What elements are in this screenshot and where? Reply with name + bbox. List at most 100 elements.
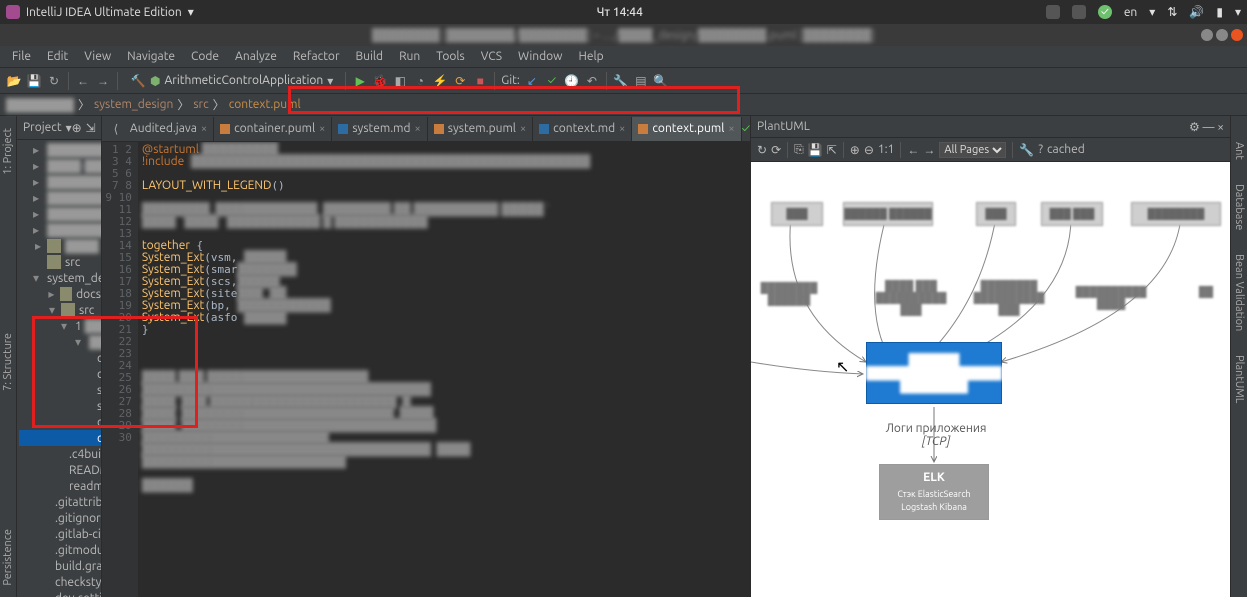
rail-database[interactable]: Database — [1231, 178, 1247, 236]
network-icon[interactable]: ⇅ — [1167, 5, 1177, 19]
rail-ant[interactable]: Ant — [1231, 136, 1247, 166]
open-icon[interactable]: 📂 — [6, 73, 22, 89]
project-view-label[interactable]: Project — [23, 121, 62, 134]
profile-icon[interactable]: ◔ — [412, 73, 428, 89]
rail-structure[interactable]: 7: Structure — [0, 327, 16, 397]
tree-gitlab-ci[interactable]: .gitlab-ci.yml — [55, 528, 101, 541]
project-structure-icon[interactable]: ▤ — [633, 73, 649, 89]
rail-bean-validation[interactable]: Bean Validation — [1231, 248, 1247, 337]
menu-tools[interactable]: Tools — [430, 48, 471, 65]
tree-system-design[interactable]: system_design — [47, 272, 101, 285]
back-icon[interactable]: ← — [75, 73, 91, 89]
rail-project[interactable]: 1: Project — [0, 122, 16, 181]
menu-navigate[interactable]: Navigate — [121, 48, 181, 65]
uml-export-icon[interactable]: ⇱ — [827, 143, 837, 157]
menu-analyze[interactable]: Analyze — [229, 48, 283, 65]
menu-refactor[interactable]: Refactor — [287, 48, 346, 65]
tab-context-md[interactable]: context.md× — [533, 117, 632, 141]
tree-container-puml[interactable]: container.puml — [97, 368, 101, 381]
project-tree[interactable]: ▸████████ ▸████-████████-████ ▸█████████… — [17, 140, 101, 597]
forward-icon[interactable]: → — [95, 73, 111, 89]
uml-copy-icon[interactable]: ⎘ — [794, 143, 804, 157]
keyboard-lang[interactable]: en — [1124, 6, 1137, 19]
crumb-system-design[interactable]: system_design — [94, 98, 173, 111]
uml-reload-icon[interactable]: ⟳ — [771, 143, 781, 157]
git-rollback-icon[interactable]: ↶ — [584, 73, 600, 89]
crumb-root[interactable]: ████████ — [6, 98, 74, 112]
plantuml-settings-icon[interactable]: ⚙ — [1189, 121, 1200, 134]
window-maximize[interactable] — [1216, 29, 1228, 41]
tree-item-blur[interactable]: ████████ — [47, 223, 101, 237]
tray-icon-1[interactable] — [1046, 5, 1060, 19]
tab-system-md[interactable]: system.md× — [332, 117, 427, 141]
tree-readme-upper[interactable]: README.MD — [69, 464, 101, 477]
menu-edit[interactable]: Edit — [41, 48, 74, 65]
menu-file[interactable]: File — [6, 48, 37, 65]
tree-control-app[interactable]: ██████ Control Application — [89, 335, 101, 349]
git-commit-icon[interactable]: ✓ — [544, 73, 560, 89]
close-icon[interactable]: × — [201, 123, 207, 135]
close-icon[interactable]: × — [728, 123, 734, 135]
run-icon[interactable]: ▶ — [352, 73, 368, 89]
tree-container-md[interactable]: container.md — [97, 352, 101, 365]
tab-context-puml[interactable]: context.puml× — [632, 117, 741, 141]
tree-item-blur[interactable]: ████████ — [47, 143, 101, 157]
uml-pages-select[interactable]: All Pages — [939, 142, 1006, 158]
uml-zoom-in-icon[interactable]: ⊕ — [850, 143, 860, 157]
menu-vcs[interactable]: VCS — [475, 48, 508, 65]
tree-build-gradle[interactable]: build.gradle — [55, 560, 101, 573]
rail-plantuml[interactable]: PlantUML — [1231, 349, 1247, 409]
tree-gitattributes[interactable]: .gitattributes — [55, 496, 101, 509]
editor-content[interactable]: @startuml █████████ !include ███████████… — [138, 142, 750, 597]
ide-settings-icon[interactable]: 🔧 — [613, 73, 629, 89]
search-everywhere-icon[interactable]: 🔍 — [653, 73, 669, 89]
tab-container-puml[interactable]: container.puml× — [214, 117, 332, 141]
uml-zoom-ratio[interactable]: 1:1 — [878, 143, 895, 156]
uml-next-icon[interactable]: → — [923, 143, 935, 157]
menu-build[interactable]: Build — [350, 48, 390, 65]
tree-gitignore[interactable]: .gitignore — [55, 512, 101, 525]
ubuntu-clock[interactable]: Чт 14:44 — [597, 6, 643, 19]
tree-checkstyle[interactable]: checkstyle.xml — [55, 576, 101, 589]
tray-updates-icon[interactable]: ✓ — [1098, 5, 1112, 19]
system-dropdown[interactable]: ▾ — [1235, 5, 1241, 19]
tree-context-puml[interactable]: context.puml — [97, 432, 101, 445]
tree-item-blur[interactable]: ████-████████-████ — [47, 159, 101, 173]
tree-gitmodules[interactable]: .gitmodules — [55, 544, 101, 557]
window-close[interactable] — [1231, 29, 1243, 41]
uml-diagram-canvas[interactable]: ███ ██████ ██████ ███ ███ ███ ████████ █… — [751, 162, 1230, 597]
close-icon[interactable]: × — [619, 123, 625, 135]
locate-icon[interactable]: ⊕ — [72, 121, 82, 135]
hotswap-icon[interactable]: ⟳ — [452, 73, 468, 89]
tree-readme-lower[interactable]: readme.md — [69, 480, 101, 493]
app-menu-dropdown[interactable]: ▾ — [188, 5, 194, 19]
tree-item-blur[interactable]: ████████████ — [47, 175, 101, 189]
sync-icon[interactable]: ↻ — [46, 73, 62, 89]
keyboard-lang-dd[interactable]: ▾ — [1149, 5, 1155, 19]
plantuml-minimize-icon[interactable]: — — [1203, 121, 1215, 134]
app-title[interactable]: IntelliJ IDEA Ultimate Edition — [26, 6, 182, 19]
debug-icon[interactable]: 🐞 — [372, 73, 388, 89]
plantuml-hide-icon[interactable]: × — [1217, 121, 1224, 134]
volume-icon[interactable]: 🔊 — [1189, 5, 1204, 19]
git-update-icon[interactable]: ↙ — [524, 73, 540, 89]
tab-scroll-left-icon[interactable]: ⟨ — [108, 121, 124, 137]
menu-view[interactable]: View — [78, 48, 117, 65]
menu-run[interactable]: Run — [393, 48, 426, 65]
tab-audited[interactable]: Audited.java× — [124, 117, 214, 141]
tree-src[interactable]: src — [79, 304, 94, 317]
stop-icon[interactable]: ■ — [472, 73, 488, 89]
close-icon[interactable]: × — [319, 123, 325, 135]
tray-icon-2[interactable] — [1072, 5, 1086, 19]
tree-system-md[interactable]: system.md — [97, 384, 101, 397]
tree-dev-settings[interactable]: dev-settings.xml — [55, 592, 101, 597]
battery-icon[interactable]: ▮ — [1216, 5, 1223, 19]
tree-system-puml[interactable]: system.puml — [97, 400, 101, 413]
tree-item-blur[interactable]: ████████████.graph — [47, 207, 101, 221]
git-history-icon[interactable]: 🕘 — [564, 73, 580, 89]
tree-docs[interactable]: docs — [76, 288, 101, 301]
crumb-src[interactable]: src — [193, 98, 208, 111]
window-minimize[interactable] — [1201, 29, 1213, 41]
uml-save-icon[interactable]: 💾 — [808, 143, 823, 157]
coverage-icon[interactable]: ◧ — [392, 73, 408, 89]
